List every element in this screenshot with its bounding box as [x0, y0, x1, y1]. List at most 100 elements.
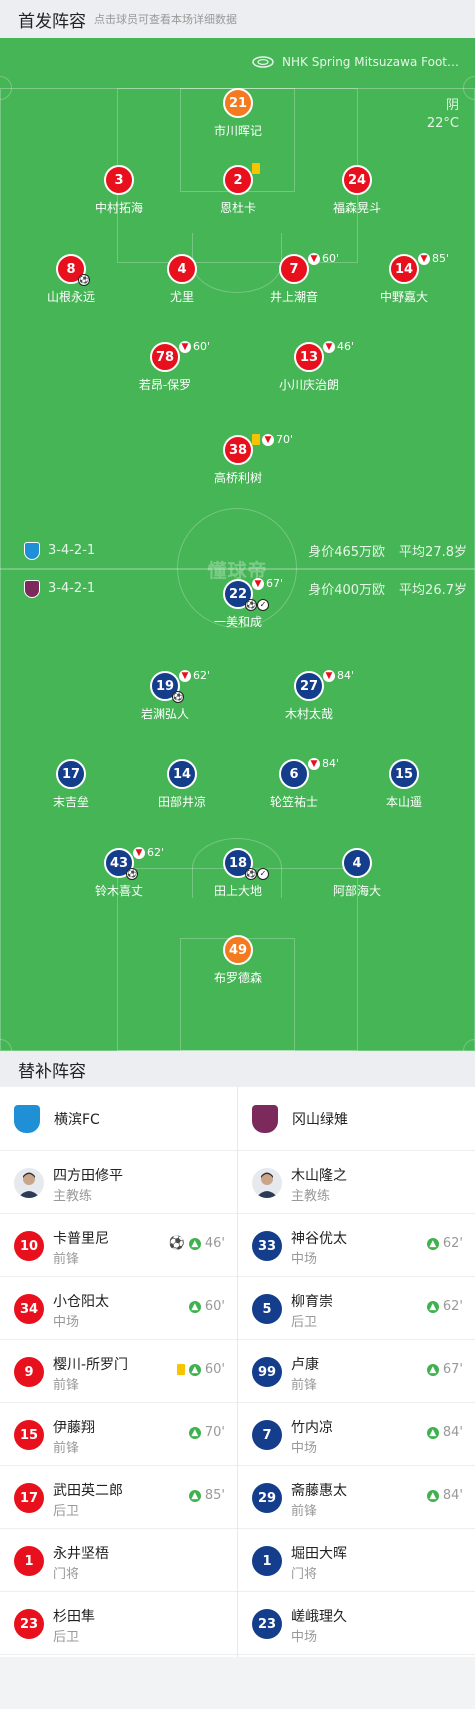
player-position: 中场	[291, 1252, 318, 1267]
home-team-logo-icon	[24, 541, 40, 560]
player-home[interactable]: 4 尤里	[122, 254, 242, 305]
sub-row-away[interactable]: 99 卢康 前锋 ▲ 67'	[238, 1340, 475, 1403]
player-away[interactable]: 4 阿部海大	[297, 848, 417, 899]
shirt-number: 33	[252, 1231, 282, 1261]
player-away[interactable]: 14 田部井凉	[122, 759, 242, 810]
player-home[interactable]: 21 市川晖记	[178, 88, 298, 139]
player-events: ▼ 67'	[252, 577, 283, 590]
sub-in-icon: ▲	[188, 1489, 201, 1502]
shirt-number: 9	[14, 1357, 44, 1387]
sub-row-home[interactable]: 10 卡普里尼 前锋 ⚽ ▲ 46'	[0, 1214, 237, 1277]
sub-in-minute: 67'	[442, 1362, 463, 1377]
sub-in-icon: ▲	[426, 1237, 439, 1250]
player-position: 后卫	[291, 1315, 318, 1330]
sub-out-minute: 46'	[337, 340, 355, 353]
shirt-number: 6	[279, 759, 309, 789]
player-name: 堀田大晖	[291, 1546, 347, 1562]
goal-ball-icon: ⚽	[168, 1236, 185, 1251]
sub-events: ▲ 84'	[426, 1425, 463, 1440]
sub-row-away[interactable]: 29 斋藤惠太 前锋 ▲ 84'	[238, 1466, 475, 1529]
shirt-number: 15	[389, 759, 419, 789]
sub-row-away[interactable]: 7 竹内凉 中场 ▲ 84'	[238, 1403, 475, 1466]
away-team-header[interactable]: 冈山绿雉	[238, 1087, 475, 1151]
player-position: 前锋	[53, 1378, 80, 1393]
subs-list: 横滨FC 冈山绿雉 四方田修平 主教练 10 卡普里尼 前锋 ⚽ ▲ 46' 34 小仓阳太 中场 ▲…	[0, 1087, 475, 1657]
player-away[interactable]: 6 ▼ 84' 轮笠祐士	[234, 757, 354, 810]
shirt-number: 4	[342, 848, 372, 878]
sub-events: ▲ 60'	[176, 1362, 225, 1377]
home-team-header[interactable]: 横滨FC	[0, 1087, 237, 1151]
player-away[interactable]: 15 本山遥	[344, 759, 464, 810]
player-home[interactable]: 7 ▼ 60' 井上潮音	[234, 252, 354, 305]
shirt-number: 4	[167, 254, 197, 284]
goal-ball-icon: ⚽	[126, 868, 138, 880]
sub-row-home[interactable]: 15 伊藤翔 前锋 ▲ 70'	[0, 1403, 237, 1466]
player-away[interactable]: 43 ⚽ ▼ 62' 铃木喜丈	[59, 846, 179, 899]
venue-label: NHK Spring Mitsuzawa Foot…	[252, 55, 459, 69]
player-home[interactable]: 13 ▼ 46' 小川庆治朗	[249, 340, 369, 393]
shirt-number: 38	[223, 435, 253, 465]
sub-events: ▲ 62'	[426, 1299, 463, 1314]
home-team-name: 横滨FC	[54, 1111, 100, 1128]
player-name: 田上大地	[213, 884, 262, 898]
player-name: 卡普里尼	[53, 1231, 109, 1247]
sub-row-home[interactable]: 1 永井坚梧 门将	[0, 1529, 237, 1592]
player-name: 神谷优太	[291, 1231, 347, 1247]
player-name: 恩杜卡	[219, 201, 256, 215]
sub-in-icon: ▲	[188, 1363, 201, 1376]
sub-row-away[interactable]: 5 柳育崇 后卫 ▲ 62'	[238, 1277, 475, 1340]
player-away[interactable]: 17 末吉垒	[11, 759, 131, 810]
player-position: 中场	[291, 1630, 318, 1645]
player-home[interactable]: 78 ▼ 60' 若昂-保罗	[105, 340, 225, 393]
sub-in-minute: 84'	[442, 1488, 463, 1503]
player-position: 中场	[291, 1441, 318, 1456]
sub-events: ▲ 85'	[188, 1488, 225, 1503]
subs-header: 替补阵容	[0, 1051, 475, 1087]
player-home[interactable]: 2 恩杜卡	[178, 163, 298, 216]
player-home[interactable]: 38 ▼ 70' 高桥利树	[178, 433, 298, 486]
sub-events: ▲ 67'	[426, 1362, 463, 1377]
player-home[interactable]: 8 ⚽ 山根永远	[11, 254, 131, 305]
player-position: 中场	[53, 1315, 80, 1330]
player-away[interactable]: 18 ⚽ ✓ 田上大地	[178, 848, 298, 899]
player-away[interactable]: 27 ▼ 84' 木村太哉	[249, 669, 369, 722]
away-team-logo-icon	[24, 579, 40, 598]
player-position: 门将	[53, 1567, 80, 1582]
sub-row-away[interactable]: 33 神谷优太 中场 ▲ 62'	[238, 1214, 475, 1277]
sub-out-minute: 62'	[193, 669, 211, 682]
sub-in-minute: 62'	[442, 1299, 463, 1314]
player-name: 嵯峨理久	[291, 1609, 347, 1625]
sub-events: ▲ 60'	[188, 1299, 225, 1314]
sub-row-away[interactable]: 木山隆之 主教练	[238, 1151, 475, 1214]
sub-out-icon: ▼	[308, 252, 320, 265]
player-away[interactable]: 19 ⚽ ▼ 62' 岩渊弘人	[105, 669, 225, 722]
shirt-number: 17	[14, 1483, 44, 1513]
shirt-number: 34	[14, 1294, 44, 1324]
home-value: 身价465万欧	[308, 545, 386, 560]
shirt-number: 2	[223, 165, 253, 195]
player-away[interactable]: 22 ⚽ ✓ ▼ 67' 一美和成	[178, 577, 298, 630]
sub-in-icon: ▲	[426, 1363, 439, 1376]
subs-title: 替补阵容	[18, 1061, 86, 1082]
player-position: 前锋	[291, 1378, 318, 1393]
sub-in-minute: 85'	[204, 1488, 225, 1503]
lineup-title: 首发阵容	[18, 11, 86, 32]
player-home[interactable]: 24 福森晃斗	[297, 165, 417, 216]
shirt-number: 78	[150, 342, 180, 372]
sub-events: ▲ 84'	[426, 1488, 463, 1503]
sub-row-away[interactable]: 1 堀田大晖 门将	[238, 1529, 475, 1592]
sub-in-icon: ▲	[188, 1426, 201, 1439]
sub-row-home[interactable]: 四方田修平 主教练	[0, 1151, 237, 1214]
sub-row-home[interactable]: 34 小仓阳太 中场 ▲ 60'	[0, 1277, 237, 1340]
player-home[interactable]: 14 ▼ 85' 中野嘉大	[344, 252, 464, 305]
player-events: ▼ 84'	[323, 669, 354, 682]
sub-row-home[interactable]: 17 武田英二郎 后卫 ▲ 85'	[0, 1466, 237, 1529]
player-away[interactable]: 49 布罗德森	[178, 935, 298, 986]
sub-row-away[interactable]: 23 嵯峨理久 中场	[238, 1592, 475, 1655]
sub-in-icon: ▲	[426, 1300, 439, 1313]
yellow-card-icon	[252, 163, 260, 174]
sub-row-home[interactable]: 23 杉田隼 后卫	[0, 1592, 237, 1655]
player-home[interactable]: 3 中村拓海	[59, 165, 179, 216]
sub-row-home[interactable]: 9 樱川-所罗门 前锋 ▲ 60'	[0, 1340, 237, 1403]
player-events	[252, 163, 260, 174]
